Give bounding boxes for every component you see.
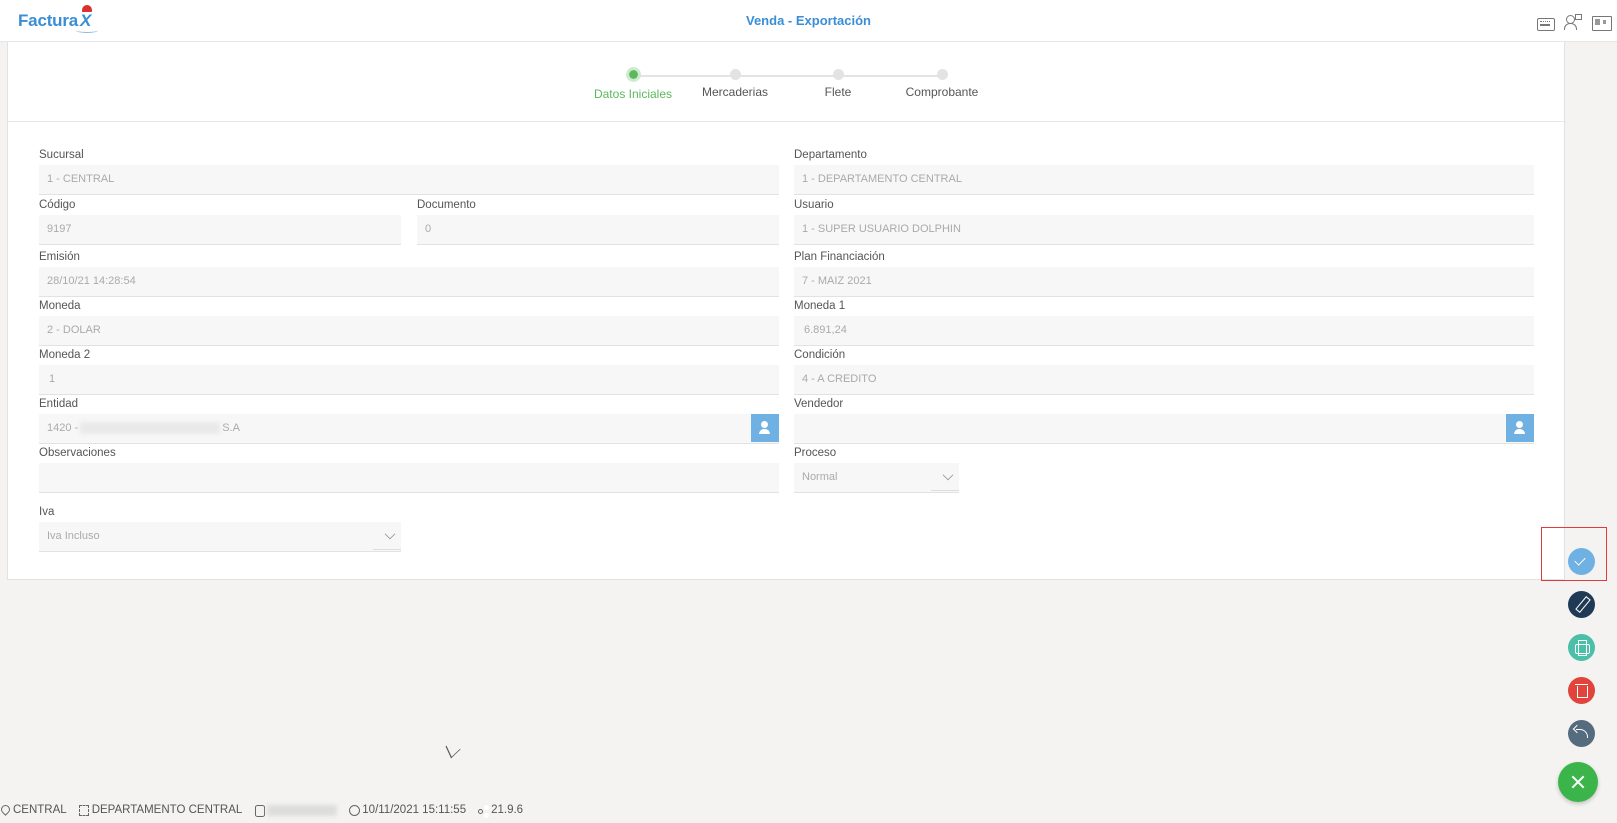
usuario-field: Usuario 1 - SUPER USUARIO DOLPHIN: [794, 198, 1534, 245]
proceso-label: Proceso: [794, 447, 837, 459]
emision-field: Emisión 28/10/21 14:28:54: [39, 250, 779, 297]
entidad-redacted: [80, 422, 221, 435]
top-icons: [1535, 13, 1612, 31]
close-button[interactable]: [1558, 762, 1598, 802]
moneda-field: Moneda 2 - DOLAR: [39, 299, 779, 346]
status-version: 21.9.6: [478, 804, 523, 816]
status-sucursal: CENTRAL: [0, 804, 67, 816]
step-dot: [832, 69, 844, 80]
step-dot: [936, 69, 948, 80]
plan-financiacion-input[interactable]: 7 - MAIZ 2021: [794, 267, 1534, 297]
sucursal-field: Sucursal 1 - CENTRAL: [39, 148, 779, 195]
status-datetime: 10/11/2021 15:11:55: [349, 804, 466, 816]
emision-label: Emisión: [39, 251, 80, 263]
iva-value: Iva Incluso: [47, 530, 100, 542]
back-button[interactable]: [1568, 720, 1595, 747]
iva-field: Iva Iva Incluso: [39, 505, 401, 552]
edit-button[interactable]: [1568, 591, 1595, 618]
observaciones-label: Observaciones: [39, 447, 116, 459]
step-mercaderias[interactable]: Mercaderias: [675, 66, 795, 99]
moneda2-label: Moneda 2: [39, 349, 91, 361]
mouse-cursor: [445, 737, 461, 759]
codigo-input[interactable]: 9197: [39, 215, 401, 245]
plan-financiacion-field: Plan Financiación 7 - MAIZ 2021: [794, 250, 1534, 297]
condicion-label: Condición: [794, 349, 846, 361]
step-label: Comprobante: [905, 85, 979, 99]
step-dot: [729, 69, 741, 80]
top-bar: Factura X Venda - Exportación: [0, 0, 1617, 42]
status-bar: CENTRAL DEPARTAMENTO CENTRAL 10/11/2021 …: [0, 801, 529, 819]
santa-hat-icon: [82, 5, 93, 12]
observaciones-input[interactable]: [39, 463, 779, 493]
moneda1-field: Moneda 1 6.891,24: [794, 299, 1534, 346]
moneda-input[interactable]: 2 - DOLAR: [39, 316, 779, 346]
delete-button[interactable]: [1568, 677, 1595, 704]
chevron-down-icon: [384, 528, 396, 540]
usuario-input[interactable]: 1 - SUPER USUARIO DOLPHIN: [794, 215, 1534, 245]
documento-input[interactable]: 0: [417, 215, 779, 245]
condicion-field: Condición 4 - A CREDITO: [794, 348, 1534, 395]
documento-label: Documento: [417, 199, 476, 211]
step-comprobante[interactable]: Comprobante: [882, 66, 1002, 99]
departamento-label: Departamento: [794, 149, 867, 161]
emision-input[interactable]: 28/10/21 14:28:54: [39, 267, 779, 297]
plan-financiacion-label: Plan Financiación: [794, 251, 885, 263]
entidad-field: Entidad 1420 - S.A: [39, 397, 779, 444]
users-icon[interactable]: [1563, 13, 1583, 31]
step-dot: [625, 67, 641, 82]
departamento-field: Departamento 1 - DEPARTAMENTO CENTRAL: [794, 148, 1534, 195]
moneda2-field: Moneda 2 1: [39, 348, 779, 395]
clock-icon: [349, 804, 361, 816]
vendedor-search-button[interactable]: [1506, 414, 1534, 442]
moneda1-input[interactable]: 6.891,24: [794, 316, 1534, 346]
page-title: Venda - Exportación: [746, 13, 871, 28]
sucursal-label: Sucursal: [39, 149, 84, 161]
codigo-field: Código 9197: [39, 198, 401, 245]
chevron-down-icon: [942, 469, 954, 481]
map-pin-icon: [0, 805, 10, 816]
entidad-input[interactable]: 1420 - S.A: [39, 414, 779, 444]
vendedor-label: Vendedor: [794, 398, 844, 410]
database-redacted: [267, 804, 338, 816]
moneda1-label: Moneda 1: [794, 300, 846, 312]
id-card-icon[interactable]: [1591, 13, 1612, 31]
departamento-input[interactable]: 1 - DEPARTAMENTO CENTRAL: [794, 165, 1534, 195]
entidad-code: 1420 -: [47, 422, 79, 434]
documento-field: Documento 0: [417, 198, 779, 245]
status-database: [254, 804, 338, 817]
sucursal-input[interactable]: 1 - CENTRAL: [39, 165, 779, 195]
entidad-search-button[interactable]: [751, 414, 779, 442]
condicion-input[interactable]: 4 - A CREDITO: [794, 365, 1534, 395]
iva-select[interactable]: Iva Incluso: [39, 522, 401, 552]
right-strip: [1565, 42, 1617, 580]
share-nodes-icon: [478, 805, 488, 816]
proceso-value: Normal: [802, 471, 838, 483]
iva-label: Iva: [39, 506, 55, 518]
step-label: Mercaderias: [701, 85, 769, 99]
step-flete[interactable]: Flete: [778, 66, 898, 99]
proceso-field: Proceso Normal: [794, 446, 959, 493]
vendedor-field: Vendedor: [794, 397, 1534, 444]
database-icon: [254, 804, 266, 817]
entidad-suffix: S.A: [222, 422, 240, 434]
vendedor-input[interactable]: [794, 414, 1534, 444]
moneda2-input[interactable]: 1: [39, 365, 779, 395]
usuario-label: Usuario: [794, 199, 834, 211]
print-button[interactable]: [1568, 634, 1595, 661]
form-card: Datos Iniciales Mercaderias Flete Compro…: [7, 42, 1566, 580]
keyboard-icon[interactable]: [1535, 13, 1555, 31]
proceso-select[interactable]: Normal: [794, 463, 959, 493]
status-departamento: DEPARTAMENTO CENTRAL: [78, 804, 242, 816]
step-label: Flete: [824, 85, 852, 99]
entidad-label: Entidad: [39, 398, 79, 410]
moneda-label: Moneda: [39, 300, 81, 312]
observaciones-field: Observaciones: [39, 446, 779, 493]
confirm-button[interactable]: [1568, 548, 1595, 575]
expand-icon: [78, 804, 89, 816]
codigo-label: Código: [39, 199, 76, 211]
wizard-stepper: Datos Iniciales Mercaderias Flete Compro…: [8, 42, 1566, 122]
